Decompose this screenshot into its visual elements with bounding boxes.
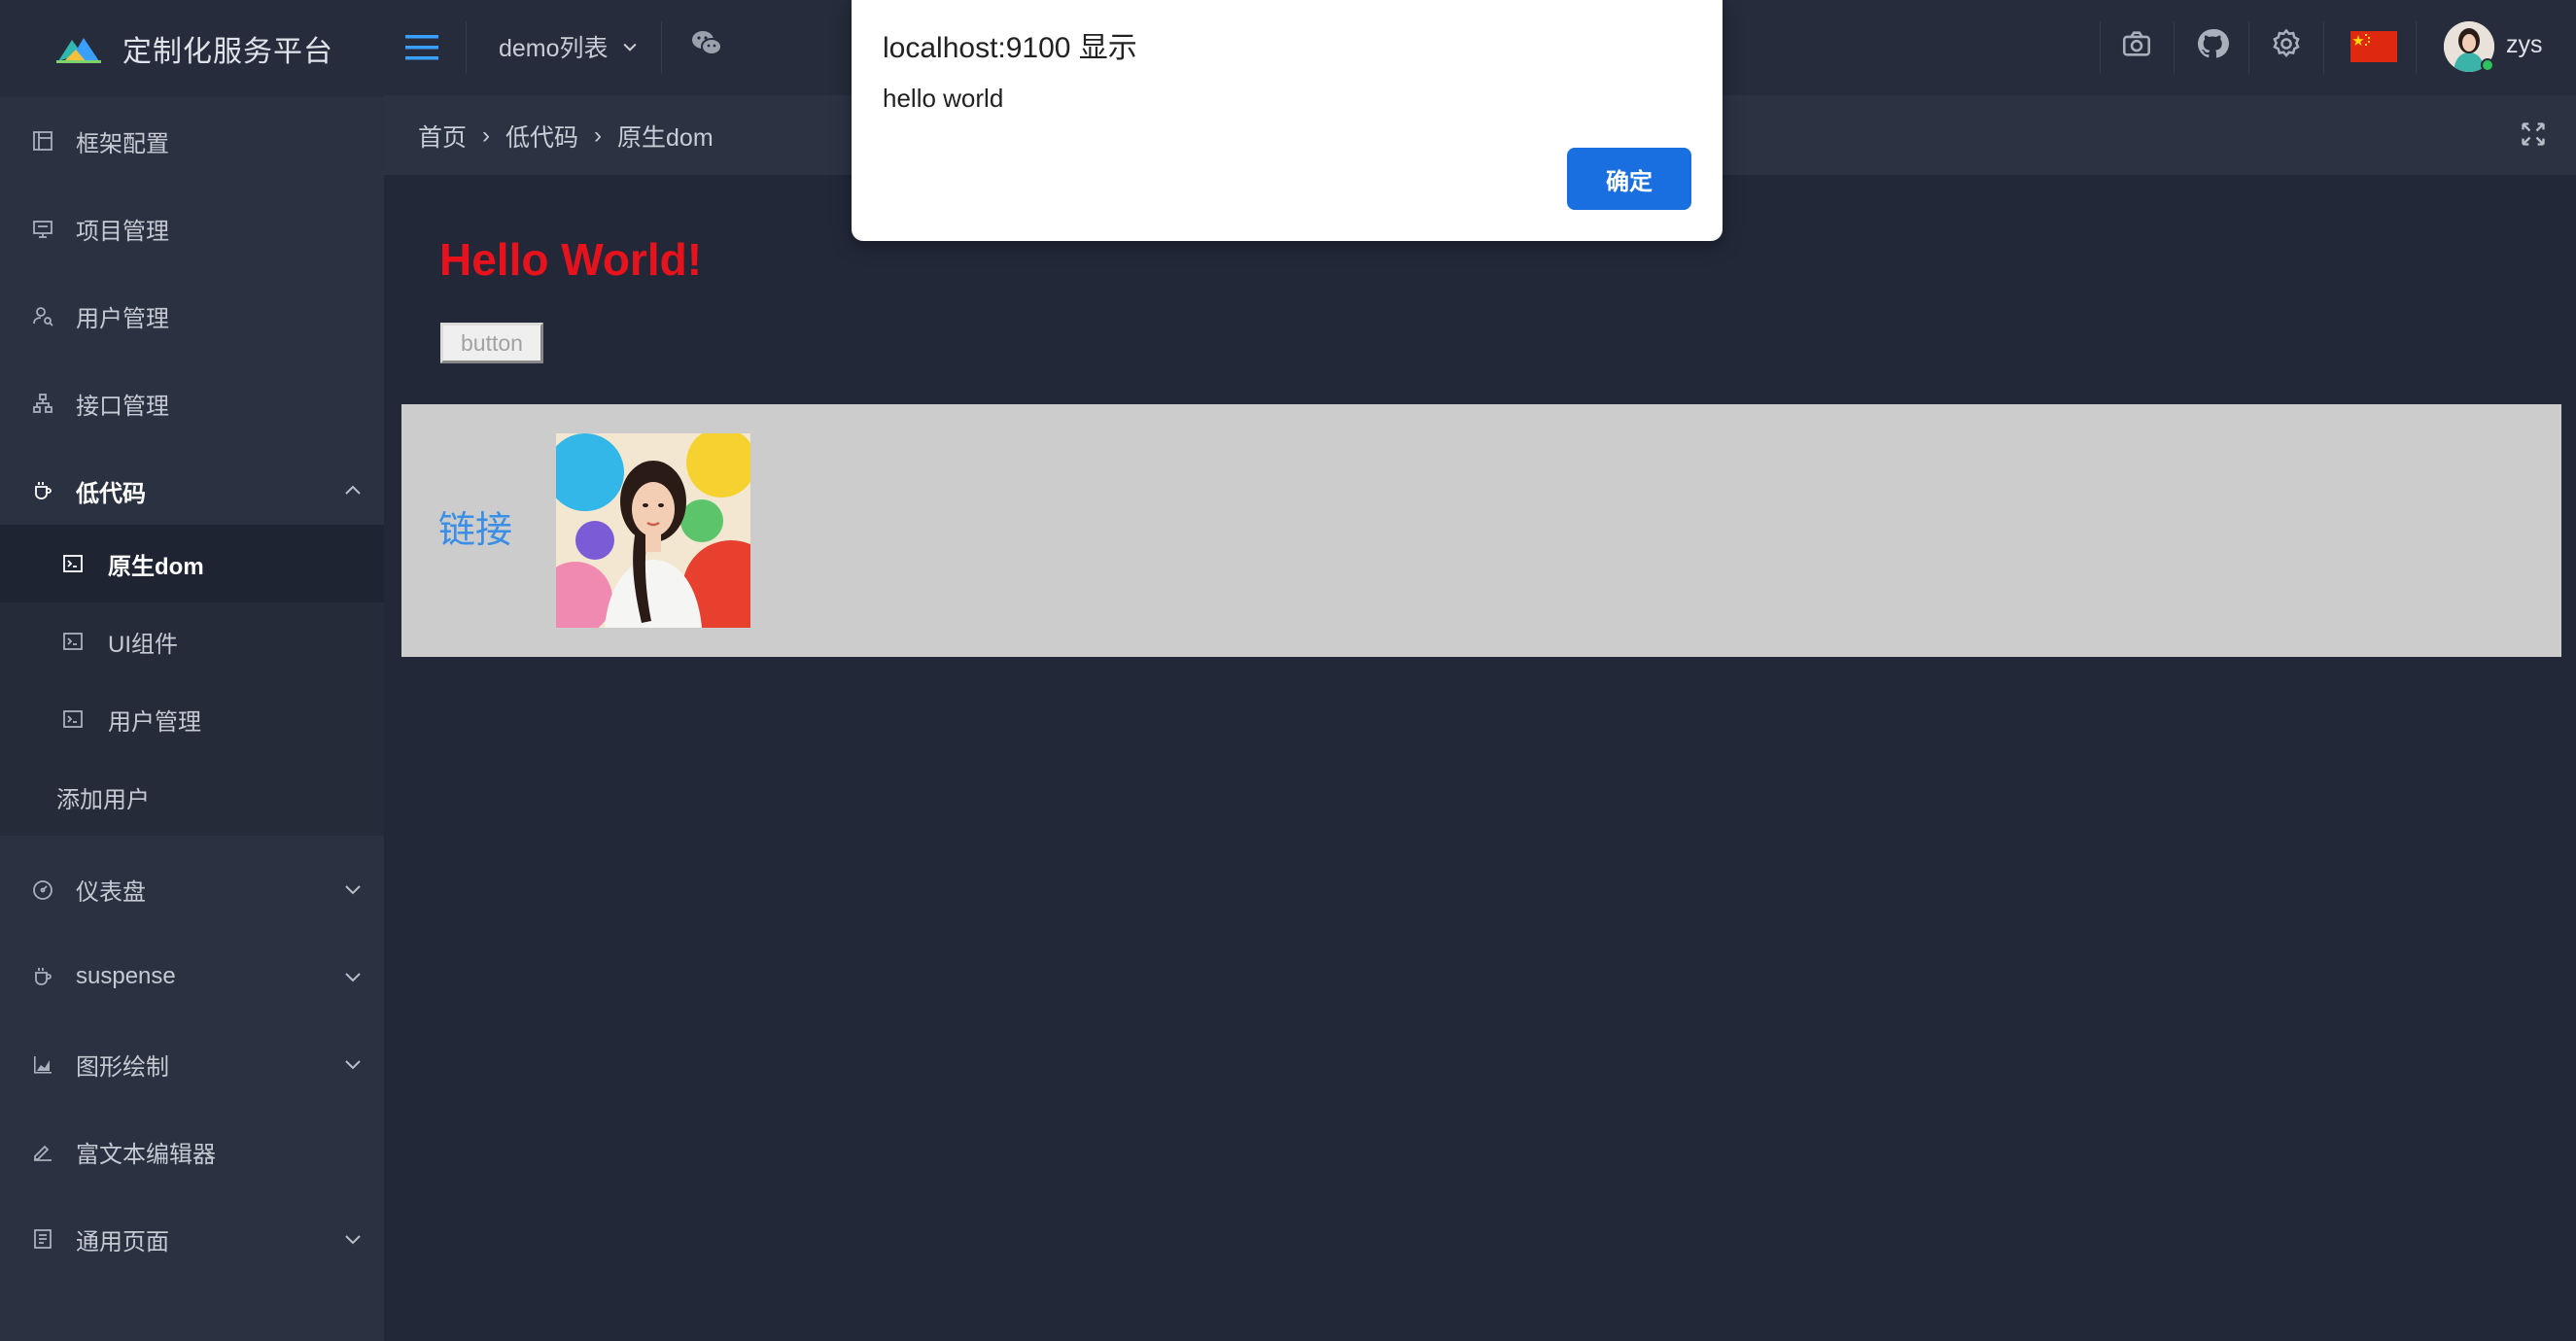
divider [2416, 21, 2417, 74]
chevron-up-icon [345, 485, 361, 495]
sidebar-item-label: 框架配置 [76, 130, 169, 157]
page-heading: Hello World! [439, 234, 703, 285]
settings-icon[interactable] [2270, 27, 2303, 60]
sidebar-item-label: 项目管理 [76, 218, 169, 245]
divider [2248, 21, 2249, 74]
sidebar-item-lowcode[interactable]: 低代码 [0, 447, 384, 534]
sidebar-item-label: 原生dom [108, 553, 204, 580]
username[interactable]: zys [2506, 31, 2543, 59]
sidebar-item-label: 添加用户 [56, 786, 150, 813]
wechat-icon[interactable] [690, 27, 723, 60]
sitemap-icon [33, 394, 52, 413]
github-icon[interactable] [2196, 27, 2229, 60]
cup-icon [35, 482, 52, 499]
sidebar-item-label: 低代码 [76, 480, 146, 507]
sidebar-subitem-user-management[interactable]: 用户管理 [0, 680, 384, 758]
divider [2323, 21, 2324, 74]
cup-icon [35, 968, 52, 985]
chevron-down-icon [623, 43, 637, 52]
app-title: 定制化服务平台 [122, 36, 333, 68]
dialog-ok-button[interactable]: 确定 [1567, 148, 1691, 210]
sidebar-item-label: 通用页面 [76, 1228, 169, 1255]
breadcrumb-separator: › [594, 122, 603, 149]
demo-list-menu[interactable]: demo列表 [499, 29, 640, 64]
terminal-icon [63, 633, 83, 650]
terminal-icon [63, 555, 83, 572]
sidebar-item-projects[interactable]: 项目管理 [0, 185, 384, 272]
dialog-title: localhost:9100 显示 [883, 32, 1137, 64]
sidebar-item-label: UI组件 [108, 631, 178, 658]
divider [661, 21, 662, 74]
monitor-icon [33, 221, 52, 238]
sidebar-item-label: suspense [76, 963, 176, 989]
portrait-image [556, 433, 750, 628]
edit-icon [34, 1145, 52, 1161]
demo-link[interactable]: 链接 [438, 499, 512, 553]
breadcrumb-current: 原生dom [617, 124, 714, 152]
sidebar-item-suspense[interactable]: suspense [0, 933, 384, 1020]
sidebar-item-label: 图形绘制 [76, 1053, 169, 1081]
divider [2100, 21, 2101, 74]
sidebar-item-graphics[interactable]: 图形绘制 [0, 1020, 384, 1108]
page-icon [34, 1229, 52, 1249]
sidebar: 定制化服务平台 框架配置 项目管理 用户管理 接口管理 低代码 原生dom UI… [0, 0, 384, 1341]
sidebar-item-label: 用户管理 [108, 708, 201, 736]
user-icon [33, 307, 53, 327]
camera-icon[interactable] [2120, 27, 2153, 60]
breadcrumb: 首页 › 低代码 › 原生dom [418, 119, 714, 154]
sidebar-item-common-pages[interactable]: 通用页面 [0, 1195, 384, 1283]
demo-list-label: demo列表 [499, 35, 609, 62]
hamburger-icon[interactable] [403, 29, 440, 66]
sidebar-subitem-ui-components[interactable]: UI组件 [0, 602, 384, 680]
demo-container: 链接 [401, 404, 2561, 657]
online-status-indicator [2481, 58, 2494, 72]
alert-dialog: localhost:9100 显示 hello world 确定 [852, 0, 1723, 241]
chevron-down-icon [345, 1060, 361, 1070]
divider [2174, 21, 2175, 74]
chevron-down-icon [345, 1235, 361, 1245]
sidebar-item-label: 富文本编辑器 [76, 1141, 216, 1168]
terminal-icon [63, 710, 83, 728]
dialog-message: hello world [883, 84, 1004, 113]
chart-icon [34, 1056, 52, 1074]
sidebar-item-rich-text-editor[interactable]: 富文本编辑器 [0, 1108, 384, 1195]
native-button[interactable]: button [440, 323, 543, 363]
divider [466, 21, 467, 74]
fullscreen-icon[interactable] [2520, 120, 2547, 148]
sidebar-item-api[interactable]: 接口管理 [0, 360, 384, 447]
china-flag-icon[interactable] [2350, 31, 2397, 62]
sidebar-subitem-native-dom[interactable]: 原生dom [0, 525, 384, 602]
breadcrumb-lowcode[interactable]: 低代码 [505, 119, 578, 154]
sidebar-item-users[interactable]: 用户管理 [0, 272, 384, 360]
lowcode-submenu: 原生dom UI组件 用户管理 添加用户 [0, 525, 384, 836]
layout-icon [33, 131, 52, 151]
sidebar-item-label: 用户管理 [76, 305, 169, 332]
chevron-down-icon [345, 885, 361, 895]
sidebar-item-label: 接口管理 [76, 393, 169, 420]
logo-icon [56, 34, 101, 63]
breadcrumb-separator: › [482, 122, 491, 149]
chevron-down-icon [345, 973, 361, 982]
logo-area[interactable]: 定制化服务平台 [0, 0, 384, 97]
breadcrumb-home[interactable]: 首页 [418, 119, 467, 154]
sidebar-item-label: 仪表盘 [76, 878, 146, 906]
dashboard-icon [33, 880, 52, 900]
sidebar-item-frame-config[interactable]: 框架配置 [0, 97, 384, 185]
sidebar-item-dashboard[interactable]: 仪表盘 [0, 845, 384, 933]
sidebar-subitem-add-user[interactable]: 添加用户 [0, 758, 384, 836]
